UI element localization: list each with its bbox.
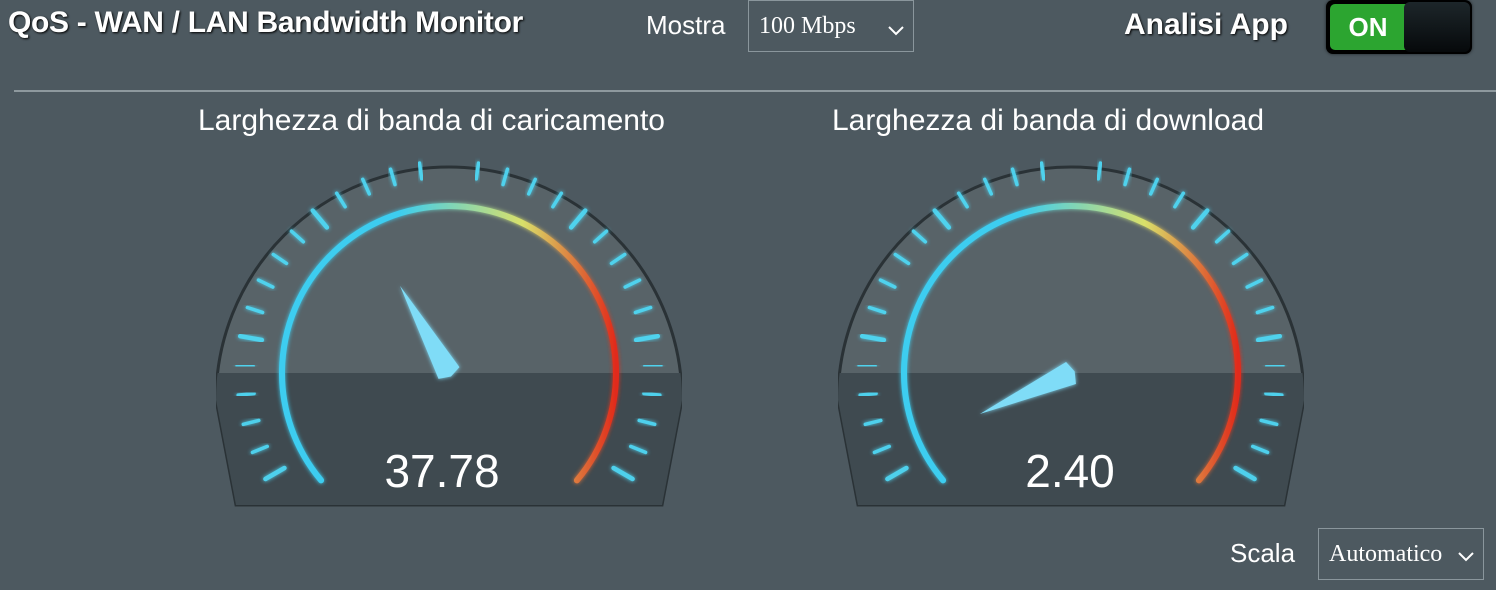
gauge-tick	[235, 363, 255, 368]
gauge-tick	[858, 391, 878, 397]
gauge-tick	[1096, 161, 1103, 181]
toggle-on-label: ON	[1330, 4, 1406, 50]
gauge-tick	[1039, 161, 1046, 181]
mostra-select-value: 100 Mbps	[759, 13, 856, 39]
chevron-down-icon	[887, 17, 905, 44]
mostra-label: Mostra	[646, 10, 726, 40]
download-gauge-value: 2.40	[1025, 445, 1115, 497]
app-analysis-label: Analisi App	[1124, 8, 1288, 41]
gauge-tick	[474, 161, 481, 181]
gauge-tick	[857, 363, 877, 368]
mostra-select[interactable]: 100 Mbps	[748, 0, 914, 52]
app-analysis-toggle[interactable]: ON	[1326, 0, 1472, 54]
gauge-tick	[1264, 391, 1284, 397]
upload-gauge-title: Larghezza di banda di caricamento	[198, 104, 665, 137]
gauge-tick	[236, 391, 256, 397]
toggle-knob	[1404, 2, 1470, 52]
upload-gauge-value: 37.78	[384, 445, 500, 497]
scale-select[interactable]: Automatico	[1318, 528, 1484, 580]
gauge-tick	[1265, 363, 1285, 368]
chevron-down-icon	[1457, 543, 1475, 570]
page-title: QoS - WAN / LAN Bandwidth Monitor	[8, 6, 524, 39]
download-gauge-title: Larghezza di banda di download	[832, 104, 1264, 137]
scale-label: Scala	[1230, 538, 1296, 568]
gauge-tick	[417, 161, 424, 181]
gauge-tick	[643, 363, 663, 368]
header-divider	[14, 90, 1496, 92]
scale-select-value: Automatico	[1329, 541, 1443, 567]
gauge-tick	[642, 391, 662, 397]
